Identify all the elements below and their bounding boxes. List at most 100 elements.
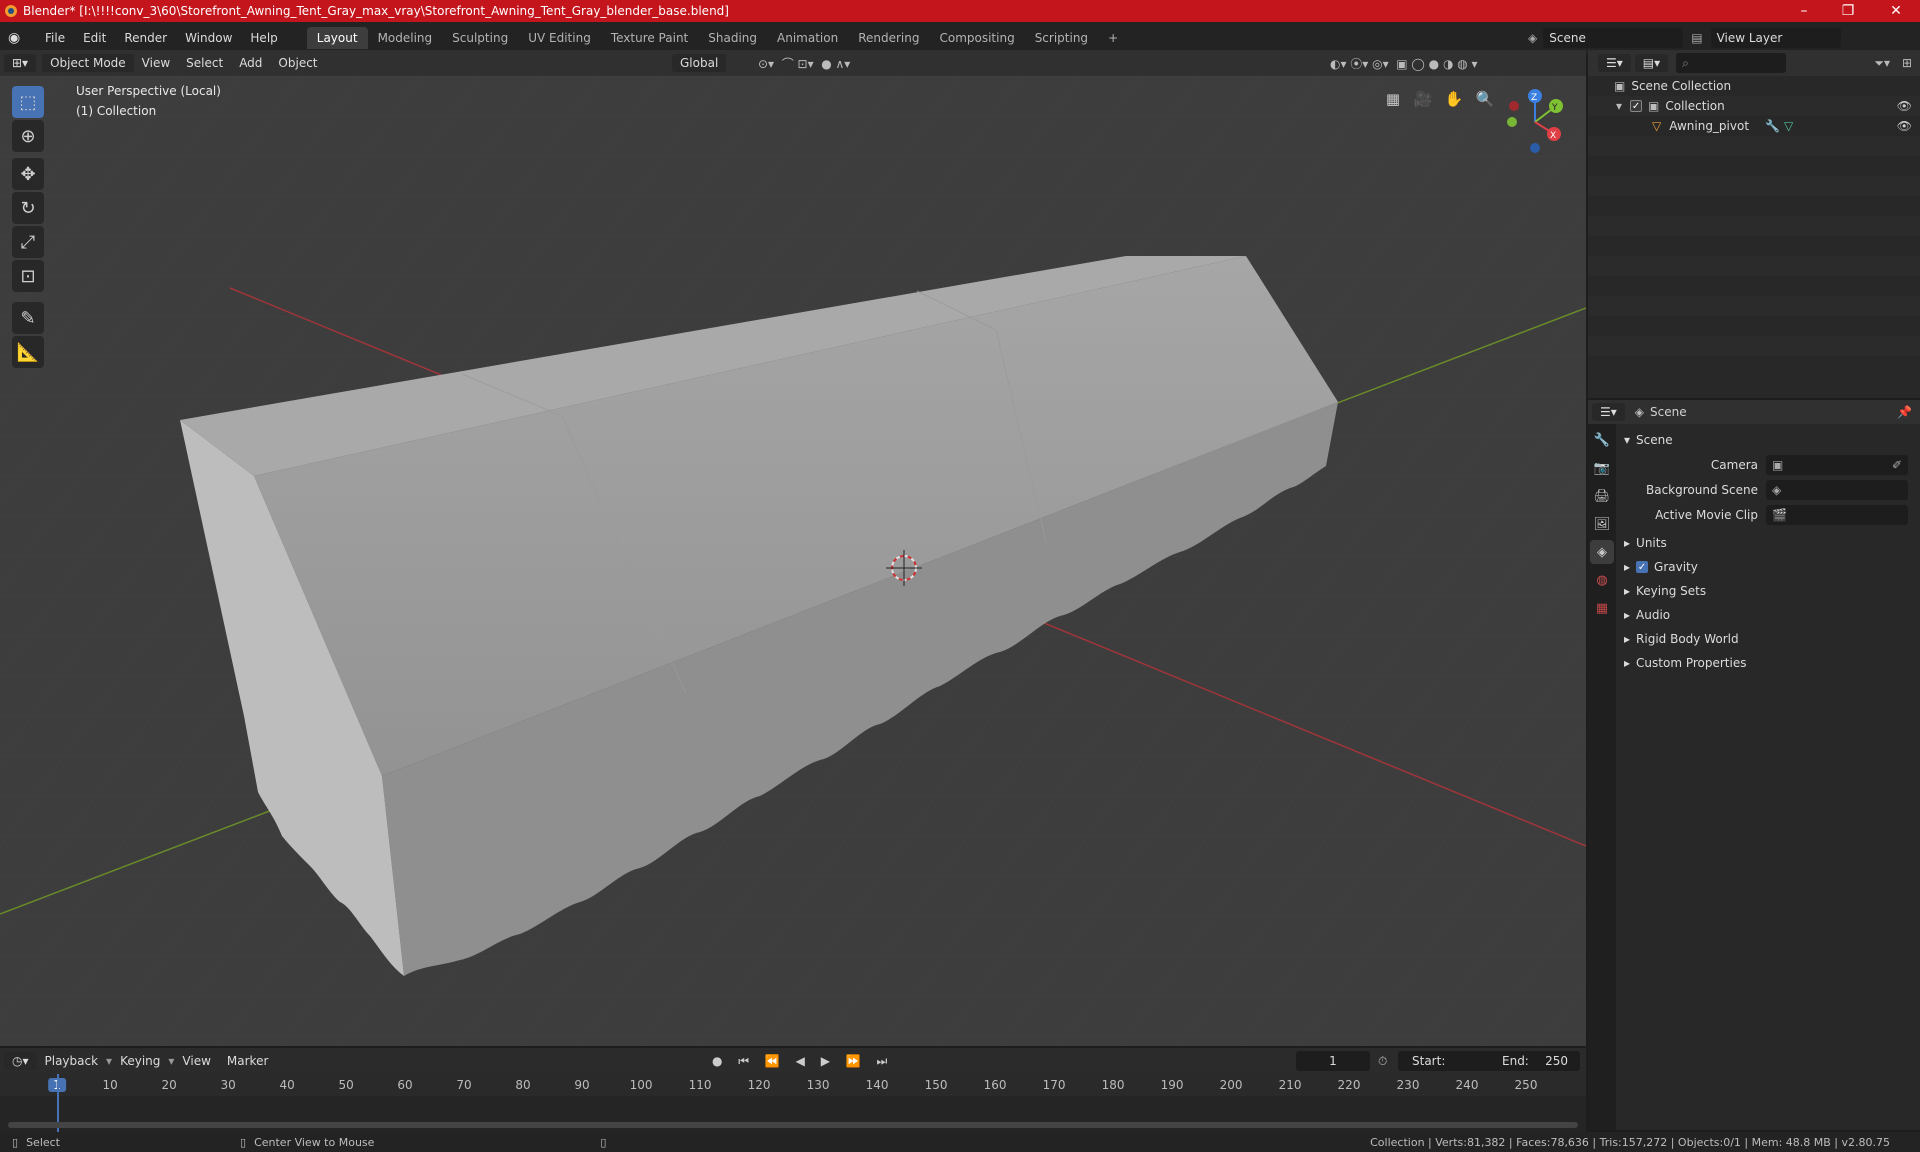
measure-tool[interactable]: 📐: [12, 336, 44, 368]
end-frame-field[interactable]: End: 250: [1488, 1051, 1580, 1071]
pivot-icon[interactable]: ⊙▾ ⌒ ⊡▾ ● ∧▾: [758, 55, 850, 72]
select-box-tool[interactable]: ⬚: [12, 86, 44, 118]
blender-menu-icon[interactable]: ◉: [8, 30, 28, 46]
panel-gravity[interactable]: ▸ ✓ Gravity: [1618, 555, 1918, 579]
timeline-scrollbar[interactable]: [8, 1122, 1578, 1128]
timeline-view-menu[interactable]: View: [174, 1051, 218, 1071]
tab-layout[interactable]: Layout: [306, 27, 368, 49]
tab-rendering[interactable]: Rendering: [848, 27, 929, 49]
background-scene-field[interactable]: ◈: [1766, 479, 1908, 500]
tab-scripting[interactable]: Scripting: [1025, 27, 1098, 49]
outliner-editor-icon[interactable]: ☰▾: [1598, 54, 1631, 72]
tool-tab-icon[interactable]: 🔧: [1590, 428, 1614, 452]
tab-compositing[interactable]: Compositing: [929, 27, 1024, 49]
current-frame-field[interactable]: 1: [1296, 1051, 1370, 1071]
mesh-data-icon[interactable]: ▽: [1784, 119, 1793, 133]
stopwatch-icon[interactable]: ⏱: [1378, 1054, 1387, 1069]
display-mode-icon[interactable]: ▤▾: [1634, 54, 1669, 72]
tab-sculpting[interactable]: Sculpting: [442, 27, 518, 49]
rotate-tool[interactable]: ↻: [12, 192, 44, 224]
gizmo-x-label: X: [1550, 131, 1556, 141]
camera-icon[interactable]: 🎥: [1410, 86, 1436, 112]
tab-animation[interactable]: Animation: [767, 27, 848, 49]
menu-file[interactable]: File: [36, 31, 74, 45]
frame-tick: 100: [629, 1078, 653, 1092]
frame-tick: 150: [924, 1078, 948, 1092]
collection-checkbox[interactable]: ✓: [1630, 100, 1643, 112]
close-button[interactable]: ✕: [1876, 0, 1916, 22]
panel-keying-sets[interactable]: ▸ Keying Sets: [1618, 579, 1918, 603]
menu-edit[interactable]: Edit: [74, 31, 115, 45]
gravity-checkbox[interactable]: ✓: [1636, 561, 1649, 573]
navigation-gizmo[interactable]: Z Y X: [1490, 82, 1586, 162]
overlay-icons[interactable]: ◐▾ ⦿▾ ◎▾ ▣ ◯ ● ◑ ◍ ▾: [1330, 55, 1478, 72]
camera-label: Camera: [1710, 457, 1758, 472]
tab-texture-paint[interactable]: Texture Paint: [601, 27, 698, 49]
view-menu[interactable]: View: [134, 53, 178, 73]
outliner-panel: ☰▾ ▤▾ ⌕ ⏷▾ ⊞ ▣ Scene Collection ▾ ✓ ▣ Co…: [1588, 50, 1920, 398]
object-menu[interactable]: Object: [270, 53, 325, 73]
playback-controls[interactable]: ● ⏮ ⏪ ◀ ▶ ⏩ ⏭: [712, 1054, 893, 1069]
keying-menu[interactable]: Keying: [112, 1051, 168, 1071]
menu-window[interactable]: Window: [176, 31, 241, 45]
timeline-body[interactable]: [0, 1074, 1586, 1132]
view-layer-tab-icon[interactable]: 🖼: [1590, 512, 1614, 536]
timeline-editor-icon[interactable]: ◷▾: [4, 1052, 37, 1070]
minimize-button[interactable]: –: [1784, 0, 1824, 22]
pan-hand-icon[interactable]: ✋: [1441, 86, 1467, 112]
menu-render[interactable]: Render: [115, 31, 176, 45]
outliner-search-input[interactable]: ⌕: [1676, 53, 1787, 73]
outliner-row-scene-collection[interactable]: ▣ Scene Collection: [1588, 76, 1920, 96]
pin-icon[interactable]: 📌: [1897, 405, 1912, 419]
add-workspace-button[interactable]: +: [1098, 27, 1128, 49]
world-tab-icon[interactable]: ◍: [1590, 568, 1614, 592]
move-tool[interactable]: ✥: [12, 158, 44, 190]
marker-menu[interactable]: Marker: [219, 1051, 276, 1071]
transform-orientation[interactable]: Global: [672, 54, 727, 72]
3d-viewport[interactable]: ⬚ ⊕ ✥ ↻ ⤢ ⊡ ✎ 📐 User Perspective (Local)…: [0, 76, 1586, 1046]
properties-editor-icon[interactable]: ☰▾: [1592, 403, 1625, 421]
transform-tool[interactable]: ⊡: [12, 260, 44, 292]
toggle-camera-view-icon[interactable]: ▦: [1380, 86, 1406, 112]
visibility-eye-icon[interactable]: 👁: [1897, 99, 1912, 113]
mode-selector[interactable]: Object Mode: [42, 54, 134, 72]
tab-shading[interactable]: Shading: [698, 27, 767, 49]
object-visibility-eye-icon[interactable]: 👁: [1897, 119, 1912, 133]
scene-tab-icon[interactable]: ◈: [1590, 540, 1614, 564]
playback-menu[interactable]: Playback: [37, 1051, 107, 1071]
window-title: Blender* [I:\!!!!conv_3\60\Storefront_Aw…: [23, 4, 729, 18]
editor-type-icon[interactable]: ⊞▾: [4, 54, 37, 72]
panel-units[interactable]: ▸ Units: [1618, 531, 1918, 555]
scale-tool[interactable]: ⤢: [12, 226, 44, 258]
camera-field[interactable]: ▣ ✐: [1766, 454, 1908, 475]
movie-clip-field[interactable]: 🎬: [1766, 504, 1908, 525]
texture-tab-icon[interactable]: ▦: [1590, 596, 1614, 620]
outliner-row-awning-pivot[interactable]: ▽ Awning_pivot 🔧 ▽ 👁: [1588, 116, 1920, 136]
scene-section-header[interactable]: ▾ Scene: [1618, 428, 1918, 452]
filter-icon[interactable]: ⏷▾: [1874, 56, 1890, 71]
tab-modeling[interactable]: Modeling: [368, 27, 443, 49]
panel-custom-properties[interactable]: ▸ Custom Properties: [1618, 651, 1918, 675]
panel-audio[interactable]: ▸ Audio: [1618, 603, 1918, 627]
expand-icon[interactable]: ▾: [1616, 99, 1622, 113]
frame-ruler[interactable]: 1102030405060708090100110120130140150160…: [0, 1074, 1586, 1096]
tab-uv-editing[interactable]: UV Editing: [518, 27, 601, 49]
new-collection-icon[interactable]: ⊞: [1902, 56, 1912, 70]
render-tab-icon[interactable]: 📷: [1590, 456, 1614, 480]
modifier-wrench-icon[interactable]: 🔧: [1765, 119, 1780, 133]
add-menu[interactable]: Add: [231, 53, 270, 73]
maximize-button[interactable]: ❐: [1828, 0, 1868, 22]
view-layer-selector[interactable]: View Layer: [1710, 28, 1841, 48]
outliner-row-collection[interactable]: ▾ ✓ ▣ Collection 👁: [1588, 96, 1920, 116]
annotate-tool[interactable]: ✎: [12, 302, 44, 334]
scene-selector[interactable]: Scene: [1543, 28, 1684, 48]
menu-help[interactable]: Help: [241, 31, 286, 45]
panel-rigid-body-world[interactable]: ▸ Rigid Body World: [1618, 627, 1918, 651]
scene-collection-label: Scene Collection: [1631, 79, 1732, 93]
audio-label: Audio: [1636, 608, 1671, 622]
cursor-tool[interactable]: ⊕: [12, 120, 44, 152]
select-menu[interactable]: Select: [178, 53, 231, 73]
eyedropper-icon[interactable]: ✐: [1892, 458, 1902, 472]
frame-tick: 120: [747, 1078, 771, 1092]
output-tab-icon[interactable]: 🖨: [1590, 484, 1614, 508]
